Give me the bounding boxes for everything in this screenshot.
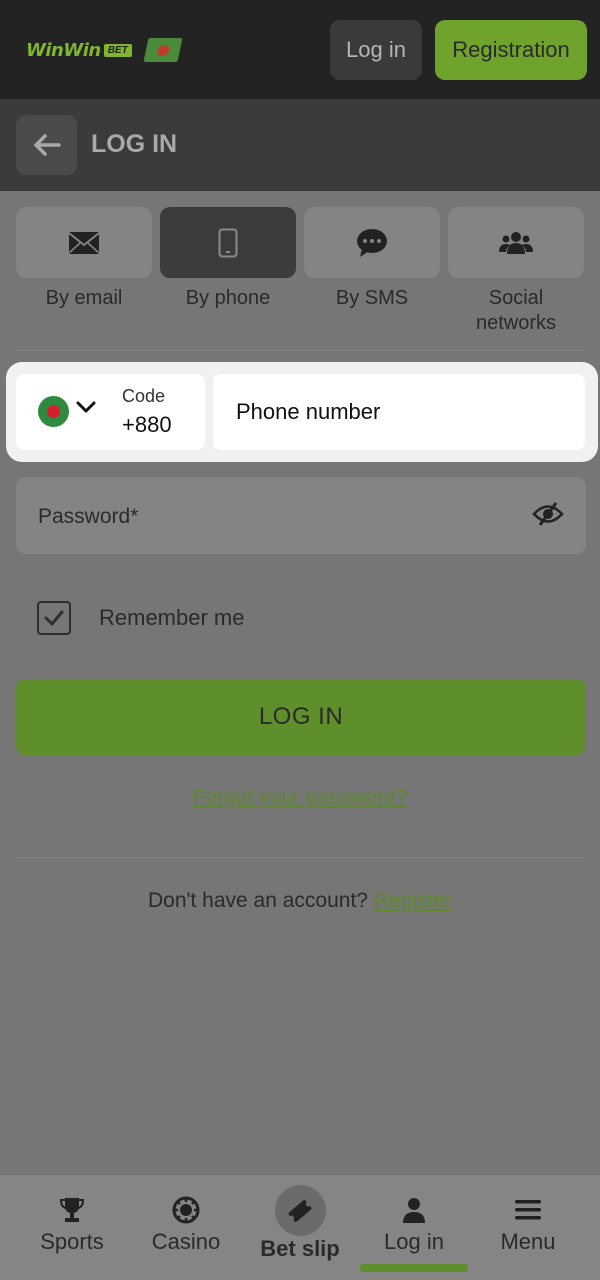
tab-by-sms[interactable]: By SMS bbox=[304, 207, 440, 311]
chip-icon bbox=[172, 1196, 200, 1224]
nav-label: Sports bbox=[40, 1229, 104, 1254]
tab-box[interactable] bbox=[304, 207, 440, 278]
nav-label: Bet slip bbox=[260, 1236, 340, 1261]
password-label: Password* bbox=[38, 505, 139, 528]
chevron-down-icon bbox=[76, 401, 96, 413]
no-account-row: Don't have an account? Register bbox=[0, 889, 600, 913]
divider bbox=[16, 350, 586, 351]
user-icon bbox=[403, 1198, 425, 1223]
page-title: LOG IN bbox=[91, 130, 178, 158]
code-label: Code bbox=[122, 386, 166, 406]
tab-social-networks[interactable]: Social networks bbox=[448, 207, 584, 336]
nav-sports[interactable]: Sports bbox=[12, 1175, 132, 1280]
tab-box[interactable] bbox=[448, 207, 584, 278]
check-icon bbox=[44, 610, 64, 626]
tab-box[interactable] bbox=[16, 207, 152, 278]
login-button[interactable]: LOG IN bbox=[16, 679, 586, 755]
remember-me[interactable]: Remember me bbox=[37, 601, 244, 635]
nav-menu[interactable]: Menu bbox=[468, 1175, 588, 1280]
divider bbox=[16, 857, 586, 858]
ticket-icon bbox=[288, 1199, 312, 1222]
remember-label: Remember me bbox=[99, 605, 245, 630]
nav-bet-slip[interactable]: Bet slip bbox=[240, 1175, 360, 1280]
arrow-left-icon bbox=[33, 134, 61, 156]
phone-icon bbox=[218, 228, 238, 257]
phone-number-input[interactable] bbox=[213, 374, 585, 450]
tab-box[interactable] bbox=[160, 207, 296, 278]
remember-checkbox[interactable] bbox=[37, 601, 71, 635]
header-login-button[interactable]: Log in bbox=[330, 20, 422, 80]
bangladesh-flag-icon bbox=[38, 396, 69, 427]
logo[interactable]: WinWin BET bbox=[26, 38, 183, 62]
no-account-text: Don't have an account? bbox=[147, 889, 368, 912]
tab-label: By phone bbox=[185, 287, 271, 309]
back-button[interactable] bbox=[16, 115, 77, 175]
register-link[interactable]: Register bbox=[374, 889, 452, 912]
eye-slash-icon[interactable] bbox=[532, 501, 564, 527]
login-method-tabs: By email By phone By SMS Social networks bbox=[16, 207, 586, 347]
sub-header: LOG IN bbox=[0, 99, 600, 191]
password-field[interactable]: Password* bbox=[16, 477, 586, 554]
users-icon bbox=[499, 231, 533, 254]
logo-text: WinWin bbox=[26, 39, 101, 61]
bottom-nav: Sports Casino Bet slip Log in Menu bbox=[0, 1174, 600, 1280]
menu-icon bbox=[515, 1200, 541, 1220]
logo-badge: BET bbox=[103, 43, 132, 57]
tab-label: Social networks bbox=[475, 287, 557, 334]
country-code-selector[interactable]: Code +880 bbox=[16, 374, 205, 450]
envelope-icon bbox=[68, 231, 100, 254]
nav-label: Menu bbox=[500, 1229, 556, 1254]
nav-casino[interactable]: Casino bbox=[126, 1175, 246, 1280]
trophy-icon bbox=[59, 1198, 85, 1222]
header-registration-button[interactable]: Registration bbox=[435, 20, 587, 80]
phone-input-panel: Code +880 bbox=[6, 362, 598, 462]
bet-slip-circle[interactable] bbox=[274, 1185, 326, 1236]
tab-by-phone[interactable]: By phone bbox=[160, 207, 296, 311]
bangladesh-flag-icon bbox=[143, 38, 183, 62]
tab-label: By email bbox=[45, 287, 123, 309]
active-nav-indicator bbox=[360, 1264, 468, 1272]
nav-label: Log in bbox=[384, 1229, 444, 1254]
tab-by-email[interactable]: By email bbox=[16, 207, 152, 311]
chat-icon bbox=[357, 228, 387, 257]
nav-label: Casino bbox=[151, 1229, 221, 1254]
forgot-password-link[interactable]: Forgot your password? bbox=[0, 786, 600, 810]
tab-label: By SMS bbox=[335, 287, 409, 309]
top-bar: WinWin BET Log in Registration bbox=[0, 0, 600, 99]
code-value: +880 bbox=[122, 412, 172, 437]
